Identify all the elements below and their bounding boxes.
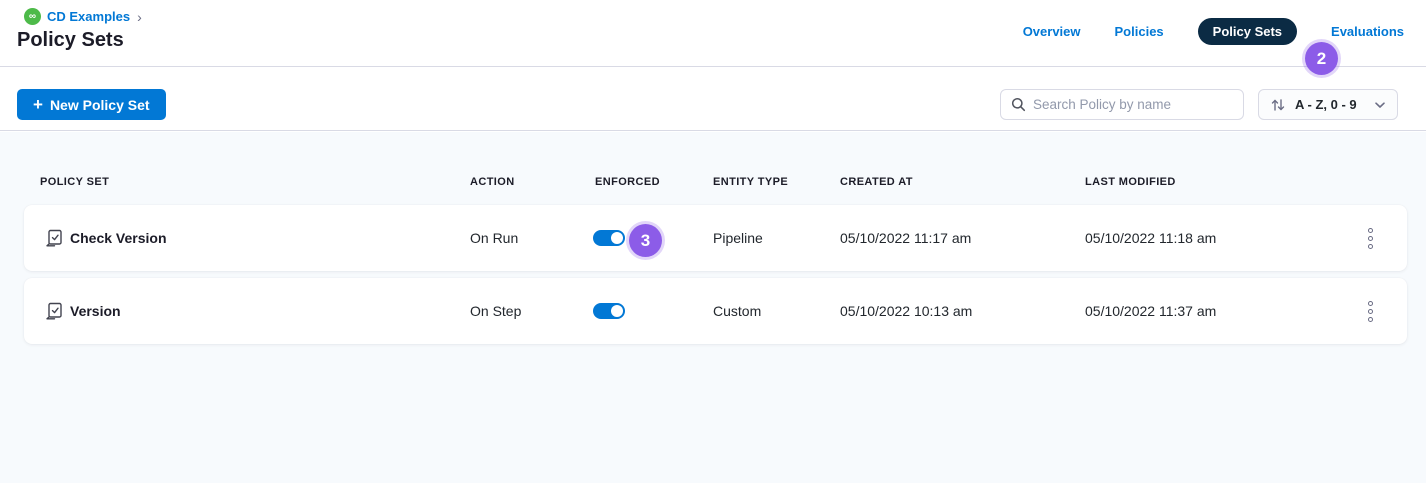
search-input[interactable] — [1033, 97, 1233, 112]
policy-set-name[interactable]: Check Version — [70, 205, 167, 271]
enforced-toggle-on[interactable] — [593, 303, 625, 319]
search-box[interactable] — [1000, 89, 1244, 120]
new-policy-set-label: New Policy Set — [50, 97, 150, 113]
tab-evaluations[interactable]: Evaluations — [1331, 24, 1404, 39]
row-menu-kebab-icon[interactable] — [1359, 205, 1381, 271]
policy-set-action: On Step — [470, 278, 521, 344]
table-row[interactable]: Check Version On Run Pipeline 05/10/2022… — [24, 205, 1407, 271]
plus-icon: + — [33, 96, 43, 113]
column-header-policy-set: POLICY SET — [40, 176, 109, 188]
sort-direction-icon — [1270, 97, 1286, 113]
enforced-cell — [593, 205, 625, 271]
toggle-knob — [611, 305, 623, 317]
enforced-toggle-on[interactable] — [593, 230, 625, 246]
policy-set-icon — [44, 278, 64, 344]
column-header-enforced: ENFORCED — [595, 176, 660, 188]
row-menu-kebab-icon[interactable] — [1359, 278, 1381, 344]
policy-set-action: On Run — [470, 205, 518, 271]
policy-set-icon — [44, 205, 64, 271]
sort-dropdown[interactable]: A - Z, 0 - 9 — [1258, 89, 1398, 120]
entity-type-cell: Custom — [713, 278, 761, 344]
breadcrumb: ∞ CD Examples › — [24, 8, 142, 25]
page-title: Policy Sets — [17, 29, 124, 52]
new-policy-set-button[interactable]: + New Policy Set — [17, 89, 166, 120]
top-nav: Overview Policies Policy Sets Evaluation… — [1023, 18, 1404, 44]
tab-overview[interactable]: Overview — [1023, 24, 1081, 39]
enforced-cell — [593, 278, 625, 344]
column-header-created-at: CREATED AT — [840, 176, 913, 188]
sort-selected-value: A - Z, 0 - 9 — [1295, 97, 1365, 112]
annotation-step-badge-3: 3 — [629, 224, 662, 257]
last-modified-cell: 05/10/2022 11:18 am — [1085, 205, 1216, 271]
created-at-cell: 05/10/2022 10:13 am — [840, 278, 972, 344]
breadcrumb-chevron-icon: › — [137, 9, 142, 25]
tab-policy-sets-active[interactable]: Policy Sets — [1198, 18, 1297, 45]
entity-type-cell: Pipeline — [713, 205, 763, 271]
search-icon — [1011, 97, 1026, 112]
created-at-cell: 05/10/2022 11:17 am — [840, 205, 971, 271]
last-modified-cell: 05/10/2022 11:37 am — [1085, 278, 1216, 344]
annotation-step-badge-2: 2 — [1305, 42, 1338, 75]
table-row[interactable]: Version On Step Custom 05/10/2022 10:13 … — [24, 278, 1407, 344]
policy-set-name[interactable]: Version — [70, 278, 121, 344]
tab-policies[interactable]: Policies — [1115, 24, 1164, 39]
column-header-entity-type: ENTITY TYPE — [713, 176, 788, 188]
cd-module-icon: ∞ — [24, 8, 41, 25]
column-header-action: ACTION — [470, 176, 515, 188]
toolbar: + New Policy Set A - Z, 0 - 9 — [0, 68, 1426, 131]
column-header-last-modified: LAST MODIFIED — [1085, 176, 1176, 188]
page-header: ∞ CD Examples › Policy Sets Overview Pol… — [0, 0, 1426, 67]
chevron-down-icon — [1374, 101, 1386, 109]
toggle-knob — [611, 232, 623, 244]
breadcrumb-project-link[interactable]: CD Examples — [47, 9, 130, 24]
policy-sets-table: POLICY SET ACTION ENFORCED ENTITY TYPE C… — [0, 132, 1426, 483]
